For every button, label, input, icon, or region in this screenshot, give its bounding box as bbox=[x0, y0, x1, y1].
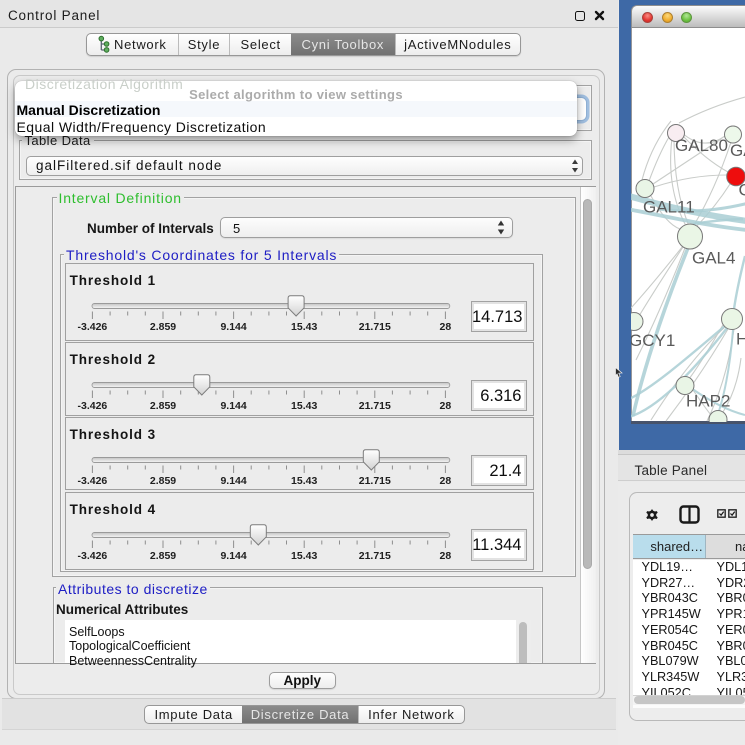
svg-text:HAP2: HAP2 bbox=[686, 391, 730, 410]
svg-text:21.715: 21.715 bbox=[358, 475, 390, 487]
svg-text:HIS7: HIS7 bbox=[736, 329, 745, 348]
svg-text:28: 28 bbox=[439, 550, 451, 562]
svg-text:9.144: 9.144 bbox=[220, 475, 246, 487]
svg-text:GCY1: GCY1 bbox=[631, 331, 675, 350]
svg-text:-3.426: -3.426 bbox=[77, 475, 107, 487]
svg-text:2.859: 2.859 bbox=[149, 550, 175, 562]
svg-text:21.715: 21.715 bbox=[358, 321, 390, 333]
svg-text:-3.426: -3.426 bbox=[77, 400, 107, 412]
svg-text:GAL1: GAL1 bbox=[730, 141, 745, 160]
svg-text:15.43: 15.43 bbox=[291, 475, 317, 487]
svg-text:GAL4: GAL4 bbox=[692, 248, 735, 267]
svg-text:9.144: 9.144 bbox=[220, 400, 246, 412]
svg-text:28: 28 bbox=[439, 475, 451, 487]
svg-text:-3.426: -3.426 bbox=[77, 550, 107, 562]
svg-text:28: 28 bbox=[439, 321, 451, 333]
svg-text:2.859: 2.859 bbox=[149, 321, 175, 333]
svg-text:2.859: 2.859 bbox=[149, 475, 175, 487]
svg-text:15.43: 15.43 bbox=[291, 321, 317, 333]
svg-text:21.715: 21.715 bbox=[358, 550, 390, 562]
svg-text:28: 28 bbox=[439, 400, 451, 412]
svg-text:9.144: 9.144 bbox=[220, 321, 246, 333]
svg-text:2.859: 2.859 bbox=[149, 400, 175, 412]
svg-text:GAL80: GAL80 bbox=[675, 136, 728, 155]
svg-text:GAL11: GAL11 bbox=[643, 197, 695, 216]
svg-text:15.43: 15.43 bbox=[291, 400, 317, 412]
svg-text:21.715: 21.715 bbox=[358, 400, 390, 412]
svg-text:CD: CD bbox=[739, 180, 745, 199]
svg-text:9.144: 9.144 bbox=[220, 550, 246, 562]
svg-text:15.43: 15.43 bbox=[291, 550, 317, 562]
svg-text:-3.426: -3.426 bbox=[77, 321, 107, 333]
